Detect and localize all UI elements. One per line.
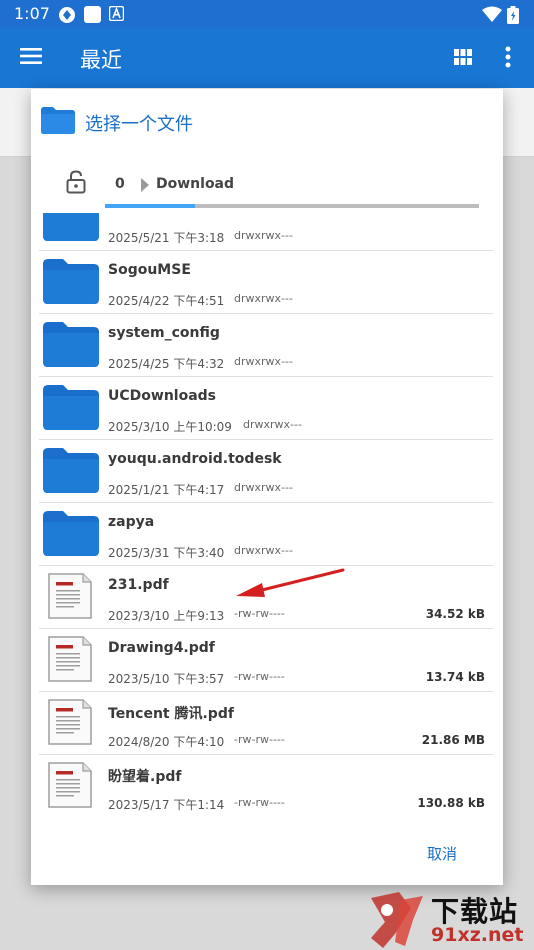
- watermark: 下载站 91xz.net: [365, 888, 534, 950]
- list-item[interactable]: SogouMSE 2025/4/22 下午4:51 drwxrwx---: [39, 250, 493, 314]
- pdf-file-icon: [48, 699, 92, 745]
- unlock-icon[interactable]: [66, 170, 86, 194]
- scroll-progress-track: [105, 204, 479, 208]
- file-date: 2025/3/10 上午10:09: [108, 420, 232, 434]
- grid-view-icon[interactable]: [454, 49, 472, 65]
- file-permissions: -rw-rw----: [234, 670, 285, 683]
- pdf-file-icon: [48, 636, 92, 682]
- list-item[interactable]: Tencent 腾讯.pdf 2024/8/20 下午4:10 -rw-rw--…: [39, 691, 493, 755]
- file-picker-dialog: 选择一个文件 0 Download 2025/5/21 下午3:18 drwxr…: [31, 89, 503, 885]
- file-date: 2025/4/22 下午4:51: [108, 294, 225, 308]
- scroll-progress-fill: [105, 204, 195, 208]
- file-name: zapya: [108, 514, 155, 530]
- breadcrumb-separator-icon: [141, 178, 149, 192]
- app-bar: 最近: [0, 28, 534, 88]
- file-size: 21.86 MB: [421, 733, 485, 747]
- page-title: 最近: [80, 48, 122, 72]
- file-name: UCDownloads: [108, 388, 217, 404]
- file-date: 2023/3/10 上午9:13: [108, 609, 225, 623]
- file-date: 2023/5/10 下午3:57: [108, 672, 225, 686]
- file-list[interactable]: 2025/5/21 下午3:18 drwxrwx--- SogouMSE 202…: [39, 213, 495, 817]
- file-date: 2024/8/20 下午4:10: [108, 735, 225, 749]
- folder-icon: [43, 259, 99, 304]
- hamburger-menu-icon[interactable]: [20, 47, 42, 65]
- vpn-icon: [59, 7, 75, 23]
- list-item[interactable]: 2025/5/21 下午3:18 drwxrwx---: [39, 213, 493, 251]
- list-item[interactable]: system_config 2025/4/25 下午4:32 drwxrwx--…: [39, 313, 493, 377]
- file-size: 130.88 kB: [417, 796, 485, 810]
- file-name: 盼望着.pdf: [108, 769, 182, 785]
- pdf-file-icon: [48, 573, 92, 619]
- file-permissions: drwxrwx---: [234, 292, 293, 305]
- battery-icon: [507, 6, 519, 24]
- folder-icon: [43, 448, 99, 493]
- file-size: 34.52 kB: [425, 607, 485, 621]
- file-size: 13.74 kB: [425, 670, 485, 684]
- file-permissions: drwxrwx---: [234, 544, 293, 557]
- list-item[interactable]: UCDownloads 2025/3/10 上午10:09 drwxrwx---: [39, 376, 493, 440]
- file-permissions: -rw-rw----: [234, 607, 285, 620]
- breadcrumb-root[interactable]: 0: [115, 176, 125, 192]
- file-permissions: drwxrwx---: [234, 355, 293, 368]
- folder-icon: [41, 107, 75, 134]
- dialog-header: 选择一个文件: [31, 89, 503, 153]
- watermark-domain: 91xz.net: [431, 924, 524, 946]
- text-a-icon: [109, 6, 124, 21]
- list-item[interactable]: youqu.android.todesk 2025/1/21 下午4:17 dr…: [39, 439, 493, 503]
- pdf-file-icon: [48, 762, 92, 808]
- file-name: Tencent 腾讯.pdf: [108, 706, 234, 722]
- status-bar: 1:07: [0, 0, 534, 28]
- list-item[interactable]: 盼望着.pdf 2023/5/17 下午1:14 -rw-rw---- 130.…: [39, 754, 493, 817]
- dialog-title: 选择一个文件: [85, 114, 193, 135]
- wifi-icon: [482, 6, 502, 22]
- file-name: system_config: [108, 325, 220, 341]
- file-permissions: drwxrwx---: [234, 481, 293, 494]
- folder-icon: [43, 385, 99, 430]
- notification-square-icon: [84, 6, 101, 23]
- file-permissions: -rw-rw----: [234, 796, 285, 809]
- file-permissions: drwxrwx---: [234, 229, 293, 242]
- list-item[interactable]: Drawing4.pdf 2023/5/10 下午3:57 -rw-rw----…: [39, 628, 493, 692]
- folder-icon: [43, 511, 99, 556]
- file-name: 231.pdf: [108, 577, 169, 593]
- status-time: 1:07: [14, 4, 50, 23]
- folder-icon: [43, 213, 99, 241]
- list-item[interactable]: zapya 2025/3/31 下午3:40 drwxrwx---: [39, 502, 493, 566]
- file-name: SogouMSE: [108, 262, 191, 278]
- file-name: youqu.android.todesk: [108, 451, 282, 467]
- watermark-logo-icon: [371, 892, 423, 948]
- folder-icon: [43, 322, 99, 367]
- file-permissions: drwxrwx---: [243, 418, 302, 431]
- file-date: 2025/5/21 下午3:18: [108, 231, 225, 245]
- cancel-button[interactable]: 取消: [427, 843, 457, 864]
- breadcrumb-current[interactable]: Download: [156, 176, 234, 192]
- file-date: 2025/1/21 下午4:17: [108, 483, 225, 497]
- file-name: Drawing4.pdf: [108, 640, 215, 656]
- file-date: 2025/3/31 下午3:40: [108, 546, 225, 560]
- file-date: 2023/5/17 下午1:14: [108, 798, 225, 812]
- list-item[interactable]: 231.pdf 2023/3/10 上午9:13 -rw-rw---- 34.5…: [39, 565, 493, 629]
- file-date: 2025/4/25 下午4:32: [108, 357, 225, 371]
- file-permissions: -rw-rw----: [234, 733, 285, 746]
- more-vert-icon[interactable]: [505, 46, 511, 68]
